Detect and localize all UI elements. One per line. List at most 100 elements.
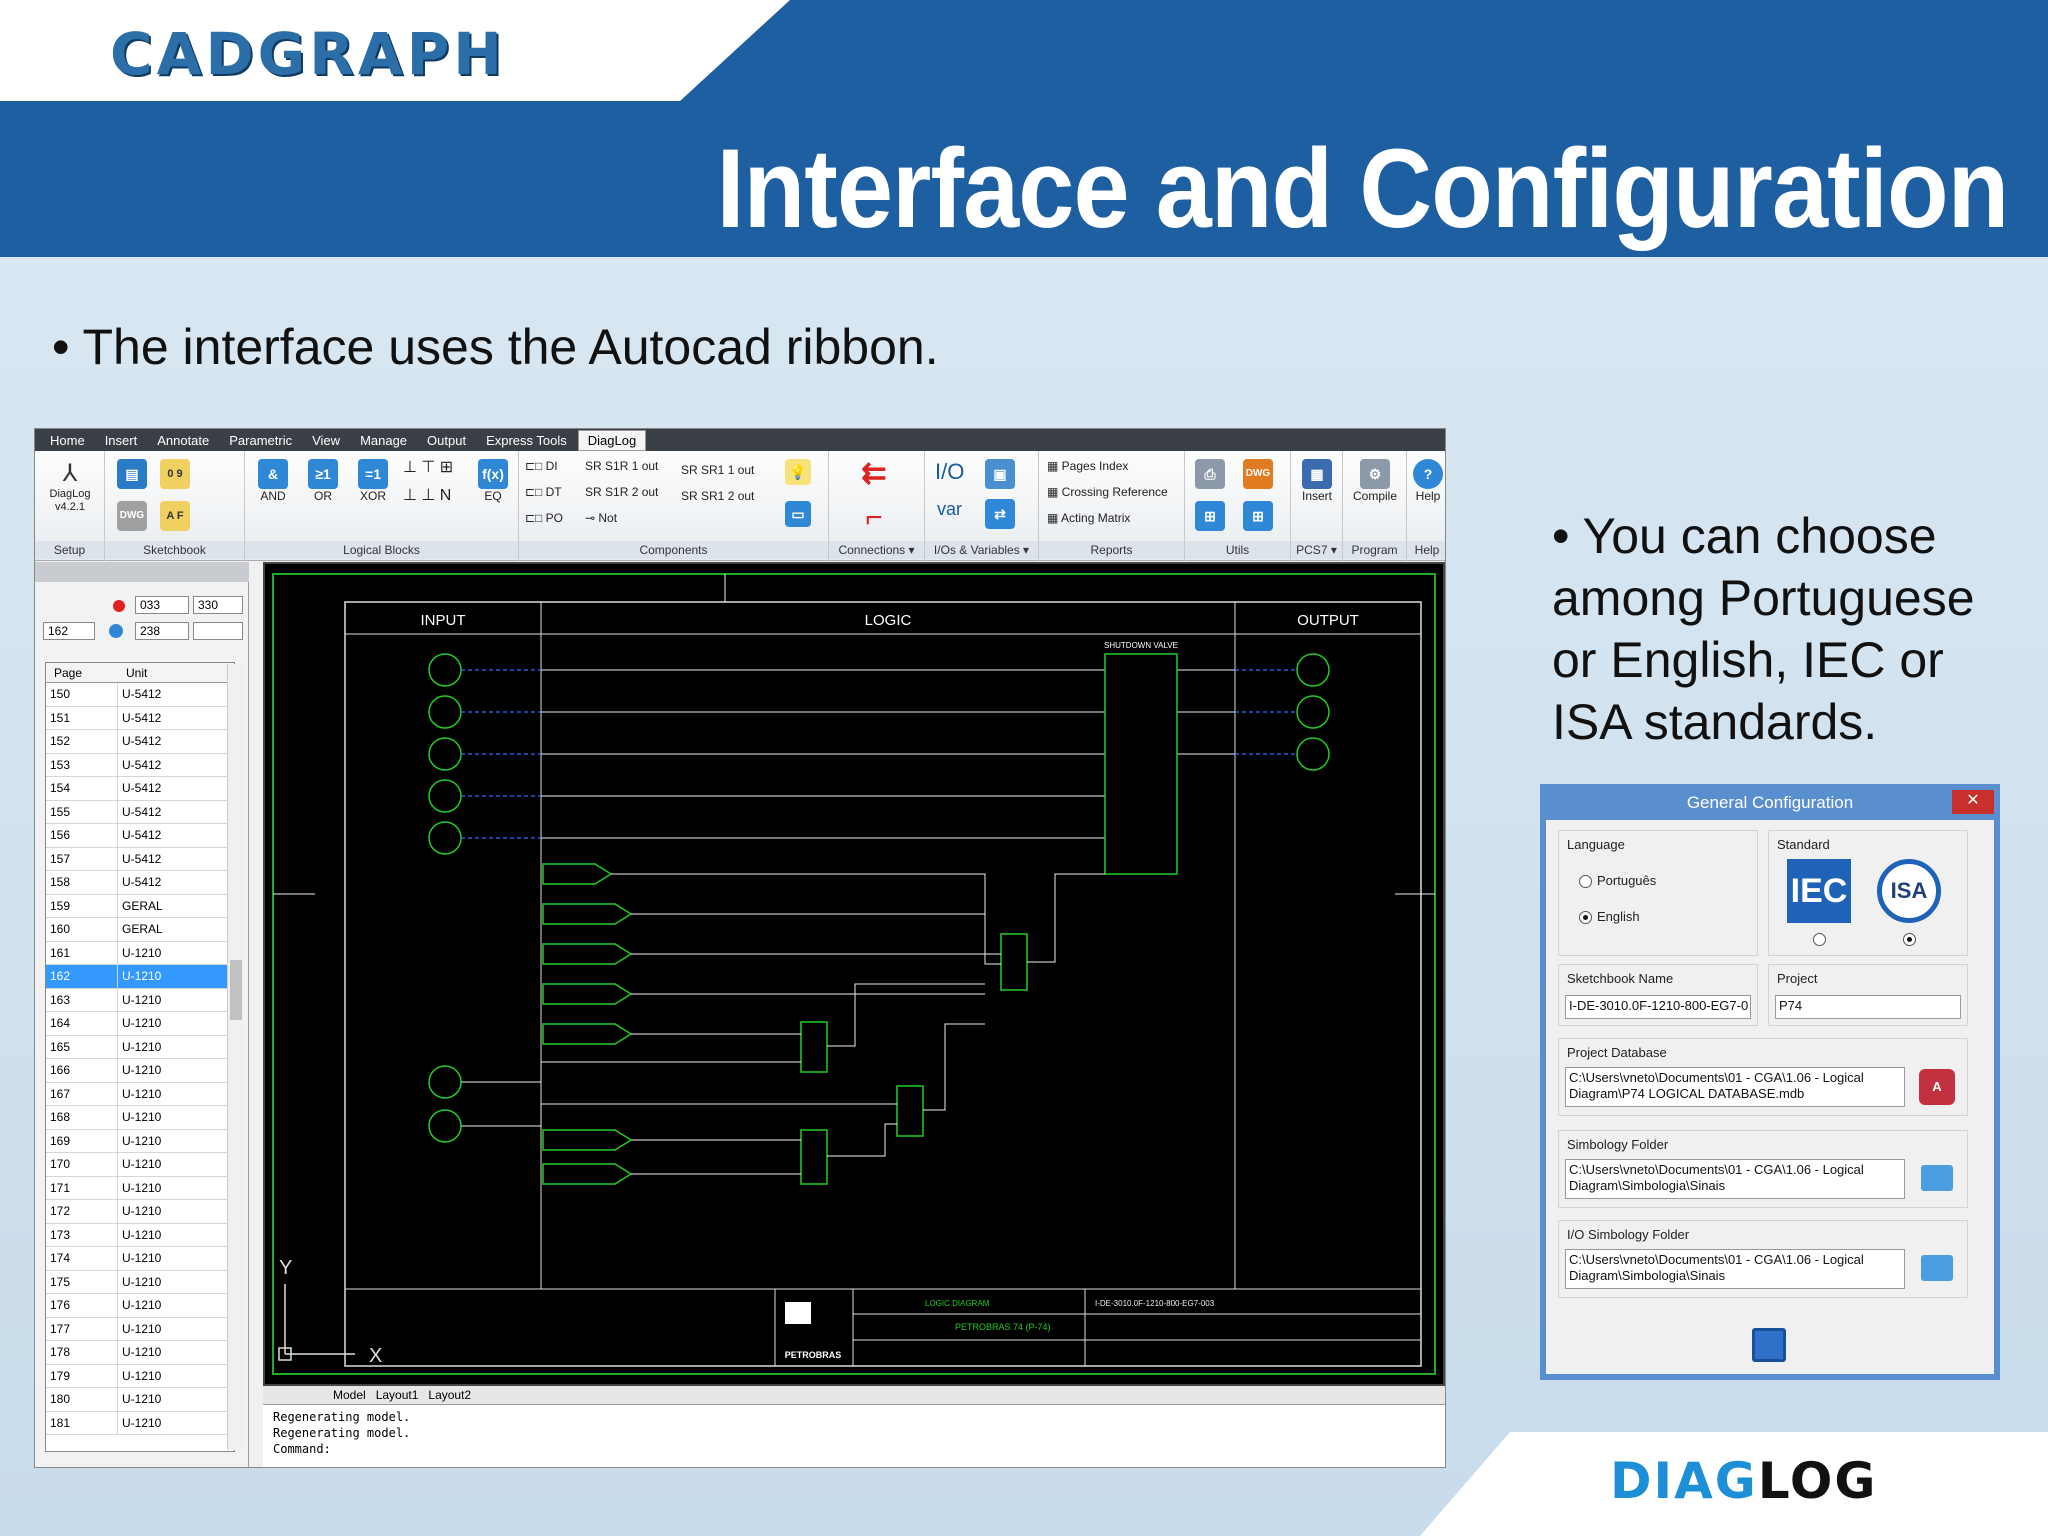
table-row[interactable]: 171 U-1210 [46,1176,234,1200]
s1r2-button[interactable]: SR S1R 2 out [585,485,658,499]
save-icon[interactable] [1752,1328,1786,1362]
table-row[interactable]: 153 U-5412 [46,753,234,777]
simbology-path-input[interactable]: C:\Users\vneto\Documents\01 - CGA\1.06 -… [1565,1159,1905,1199]
table-row[interactable]: 161 U-1210 [46,941,234,965]
tree-icon[interactable]: ⊞ [1243,501,1273,531]
crossing-reference-button[interactable]: ▦ Crossing Reference [1047,485,1168,499]
table-row[interactable]: 159 GERAL [46,894,234,918]
table-row[interactable]: 166 U-1210 [46,1059,234,1083]
folder-icon[interactable] [1921,1255,1953,1281]
ribbon-tab[interactable]: Express Tools [477,431,576,450]
ribbon-tab[interactable]: Parametric [220,431,301,450]
isa-logo[interactable]: ISA [1877,859,1941,923]
table-row[interactable]: 156 U-5412 [46,824,234,848]
table-row[interactable]: 173 U-1210 [46,1223,234,1247]
field-238[interactable]: 238 [135,622,189,640]
timer-icon[interactable]: ⊥ ⊤ ⊞ [403,457,453,477]
acting-matrix-button[interactable]: ▦ Acting Matrix [1047,511,1130,525]
help-button[interactable]: ? Help [1411,459,1445,503]
table-row[interactable]: 176 U-1210 [46,1294,234,1318]
folder-icon[interactable] [1921,1165,1953,1191]
s1r1-button[interactable]: SR S1R 1 out [585,459,658,473]
sync-icon[interactable]: ⇄ [985,499,1015,529]
computer-icon[interactable]: ▣ [985,459,1015,489]
table-row[interactable]: 157 U-5412 [46,847,234,871]
var-button[interactable]: var [937,499,962,520]
scroll-thumb[interactable] [230,960,242,1020]
table-row[interactable]: 172 U-1210 [46,1200,234,1224]
connection-step-icon[interactable]: ⌐ [859,503,889,533]
xor-button[interactable]: =1 XOR [353,459,393,503]
table-row[interactable]: 175 U-1210 [46,1270,234,1294]
layout-tab[interactable]: Layout1 [376,1388,419,1402]
sr2-button[interactable]: SR SR1 2 out [681,489,754,503]
lamp-icon[interactable]: 💡 [785,459,811,485]
table-row[interactable]: 152 U-5412 [46,730,234,754]
table-row[interactable]: 150 U-5412 [46,683,234,707]
page-field[interactable]: 162 [43,622,95,640]
table-row[interactable]: 168 U-1210 [46,1106,234,1130]
table-row[interactable]: 154 U-5412 [46,777,234,801]
field-033[interactable]: 033 [135,596,189,614]
database-path-input[interactable]: C:\Users\vneto\Documents\01 - CGA\1.06 -… [1565,1067,1905,1107]
ribbon-tab[interactable]: Output [418,431,475,450]
sr1-button[interactable]: SR SR1 1 out [681,463,754,477]
access-db-icon[interactable]: A [1919,1069,1955,1105]
project-input[interactable]: P74 [1775,995,1961,1019]
table-row[interactable]: 177 U-1210 [46,1317,234,1341]
table-row[interactable]: 174 U-1210 [46,1247,234,1271]
radio-iec[interactable] [1813,933,1826,946]
table-row[interactable]: 181 U-1210 [46,1411,234,1435]
table-row[interactable]: 163 U-1210 [46,988,234,1012]
table-row[interactable]: 158 U-5412 [46,871,234,895]
table-row[interactable]: 165 U-1210 [46,1035,234,1059]
dt-button[interactable]: ⊏□ DT [525,485,562,499]
field-empty[interactable] [193,622,243,640]
printer-icon[interactable]: ⎙ [1195,459,1225,489]
po-button[interactable]: ⊏□ PO [525,511,563,525]
pages-index-button[interactable]: ▦ Pages Index [1047,459,1128,473]
or-button[interactable]: ≥1 OR [303,459,343,503]
dwg-database-icon[interactable]: DWG [117,501,147,531]
ruler-icon[interactable]: 0 9 [160,459,190,489]
table-row[interactable]: 167 U-1210 [46,1082,234,1106]
field-330[interactable]: 330 [193,596,243,614]
radio-portugues[interactable]: Português [1579,873,1656,889]
connection-arrows-icon[interactable]: ⇇ [859,459,889,489]
ribbon-tab[interactable]: DiagLog [577,429,647,451]
sketchbook-book-icon[interactable]: ▤ [117,459,147,489]
close-button[interactable]: ✕ [1952,790,1994,814]
ribbon-tab[interactable]: Annotate [148,431,218,450]
insert-button[interactable]: ▦ Insert [1297,459,1337,503]
io-simbology-path-input[interactable]: C:\Users\vneto\Documents\01 - CGA\1.06 -… [1565,1249,1905,1289]
table-row[interactable]: 155 U-5412 [46,800,234,824]
n-block-button[interactable]: ⊥ ⊥ N [403,485,451,505]
and-button[interactable]: & AND [253,459,293,503]
table-row[interactable]: 180 U-1210 [46,1388,234,1412]
table-row[interactable]: 160 GERAL [46,918,234,942]
not-button[interactable]: ⊸ Not [585,511,617,525]
ruler-vertical-icon[interactable]: A F [160,501,190,531]
table-row[interactable]: 178 U-1210 [46,1341,234,1365]
radio-isa[interactable] [1903,933,1916,946]
ribbon-tab[interactable]: Insert [96,431,147,450]
record-icon[interactable] [113,600,125,612]
compile-button[interactable]: ⚙ Compile [1347,459,1403,503]
table-row[interactable]: 170 U-1210 [46,1153,234,1177]
ribbon-tab[interactable]: Manage [351,431,416,450]
dwg-export-icon[interactable]: DWG [1243,459,1273,489]
table-row[interactable]: 162 U-1210 [46,965,234,989]
table-row[interactable]: 151 U-5412 [46,706,234,730]
table-scrollbar[interactable] [227,664,243,1450]
command-line[interactable]: Regenerating model. Regenerating model. Co… [263,1404,1445,1467]
table-row[interactable]: 169 U-1210 [46,1129,234,1153]
ribbon-tab[interactable]: Home [41,431,94,450]
di-button[interactable]: ⊏□ DI [525,459,558,473]
io-icon[interactable]: I/O [935,459,964,485]
layout-tab[interactable]: Layout2 [428,1388,471,1402]
folder-icon[interactable]: ▭ [785,501,811,527]
network-icon[interactable]: ⊞ [1195,501,1225,531]
cad-drawing-area[interactable]: INPUT LOGIC OUTPUT SHUTDOWN VALVE LOGIC … [263,562,1445,1386]
radio-english[interactable]: English [1579,909,1640,925]
layout-tab[interactable]: Model [333,1388,366,1402]
